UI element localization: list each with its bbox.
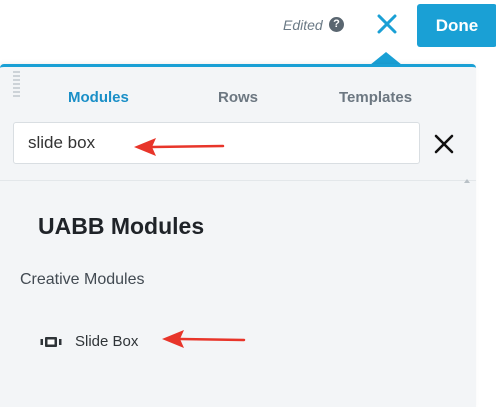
section-title: UABB Modules	[38, 213, 205, 239]
tab-templates[interactable]: Templates	[339, 89, 412, 106]
tab-rows[interactable]: Rows	[218, 89, 258, 106]
slider-icon	[40, 337, 62, 347]
scroll-up-icon[interactable]	[464, 179, 470, 183]
close-icon[interactable]	[373, 10, 401, 38]
module-item-slide-box[interactable]: Slide Box	[36, 329, 176, 355]
group-title: Creative Modules	[20, 271, 145, 288]
help-icon[interactable]: ?	[329, 17, 344, 32]
clear-search-icon[interactable]	[433, 133, 455, 155]
edited-status: Edited	[283, 17, 323, 33]
annotation-arrow	[134, 138, 225, 156]
drag-handle[interactable]	[13, 71, 21, 101]
done-button[interactable]: Done	[417, 4, 496, 47]
annotation-arrow	[162, 330, 246, 348]
module-label: Slide Box	[75, 333, 139, 350]
content-panel: Modules Rows Templates UABB Modules Crea…	[0, 64, 476, 407]
top-bar: Edited ? Done	[0, 0, 496, 52]
divider	[0, 180, 476, 181]
tab-modules[interactable]: Modules	[68, 89, 129, 106]
